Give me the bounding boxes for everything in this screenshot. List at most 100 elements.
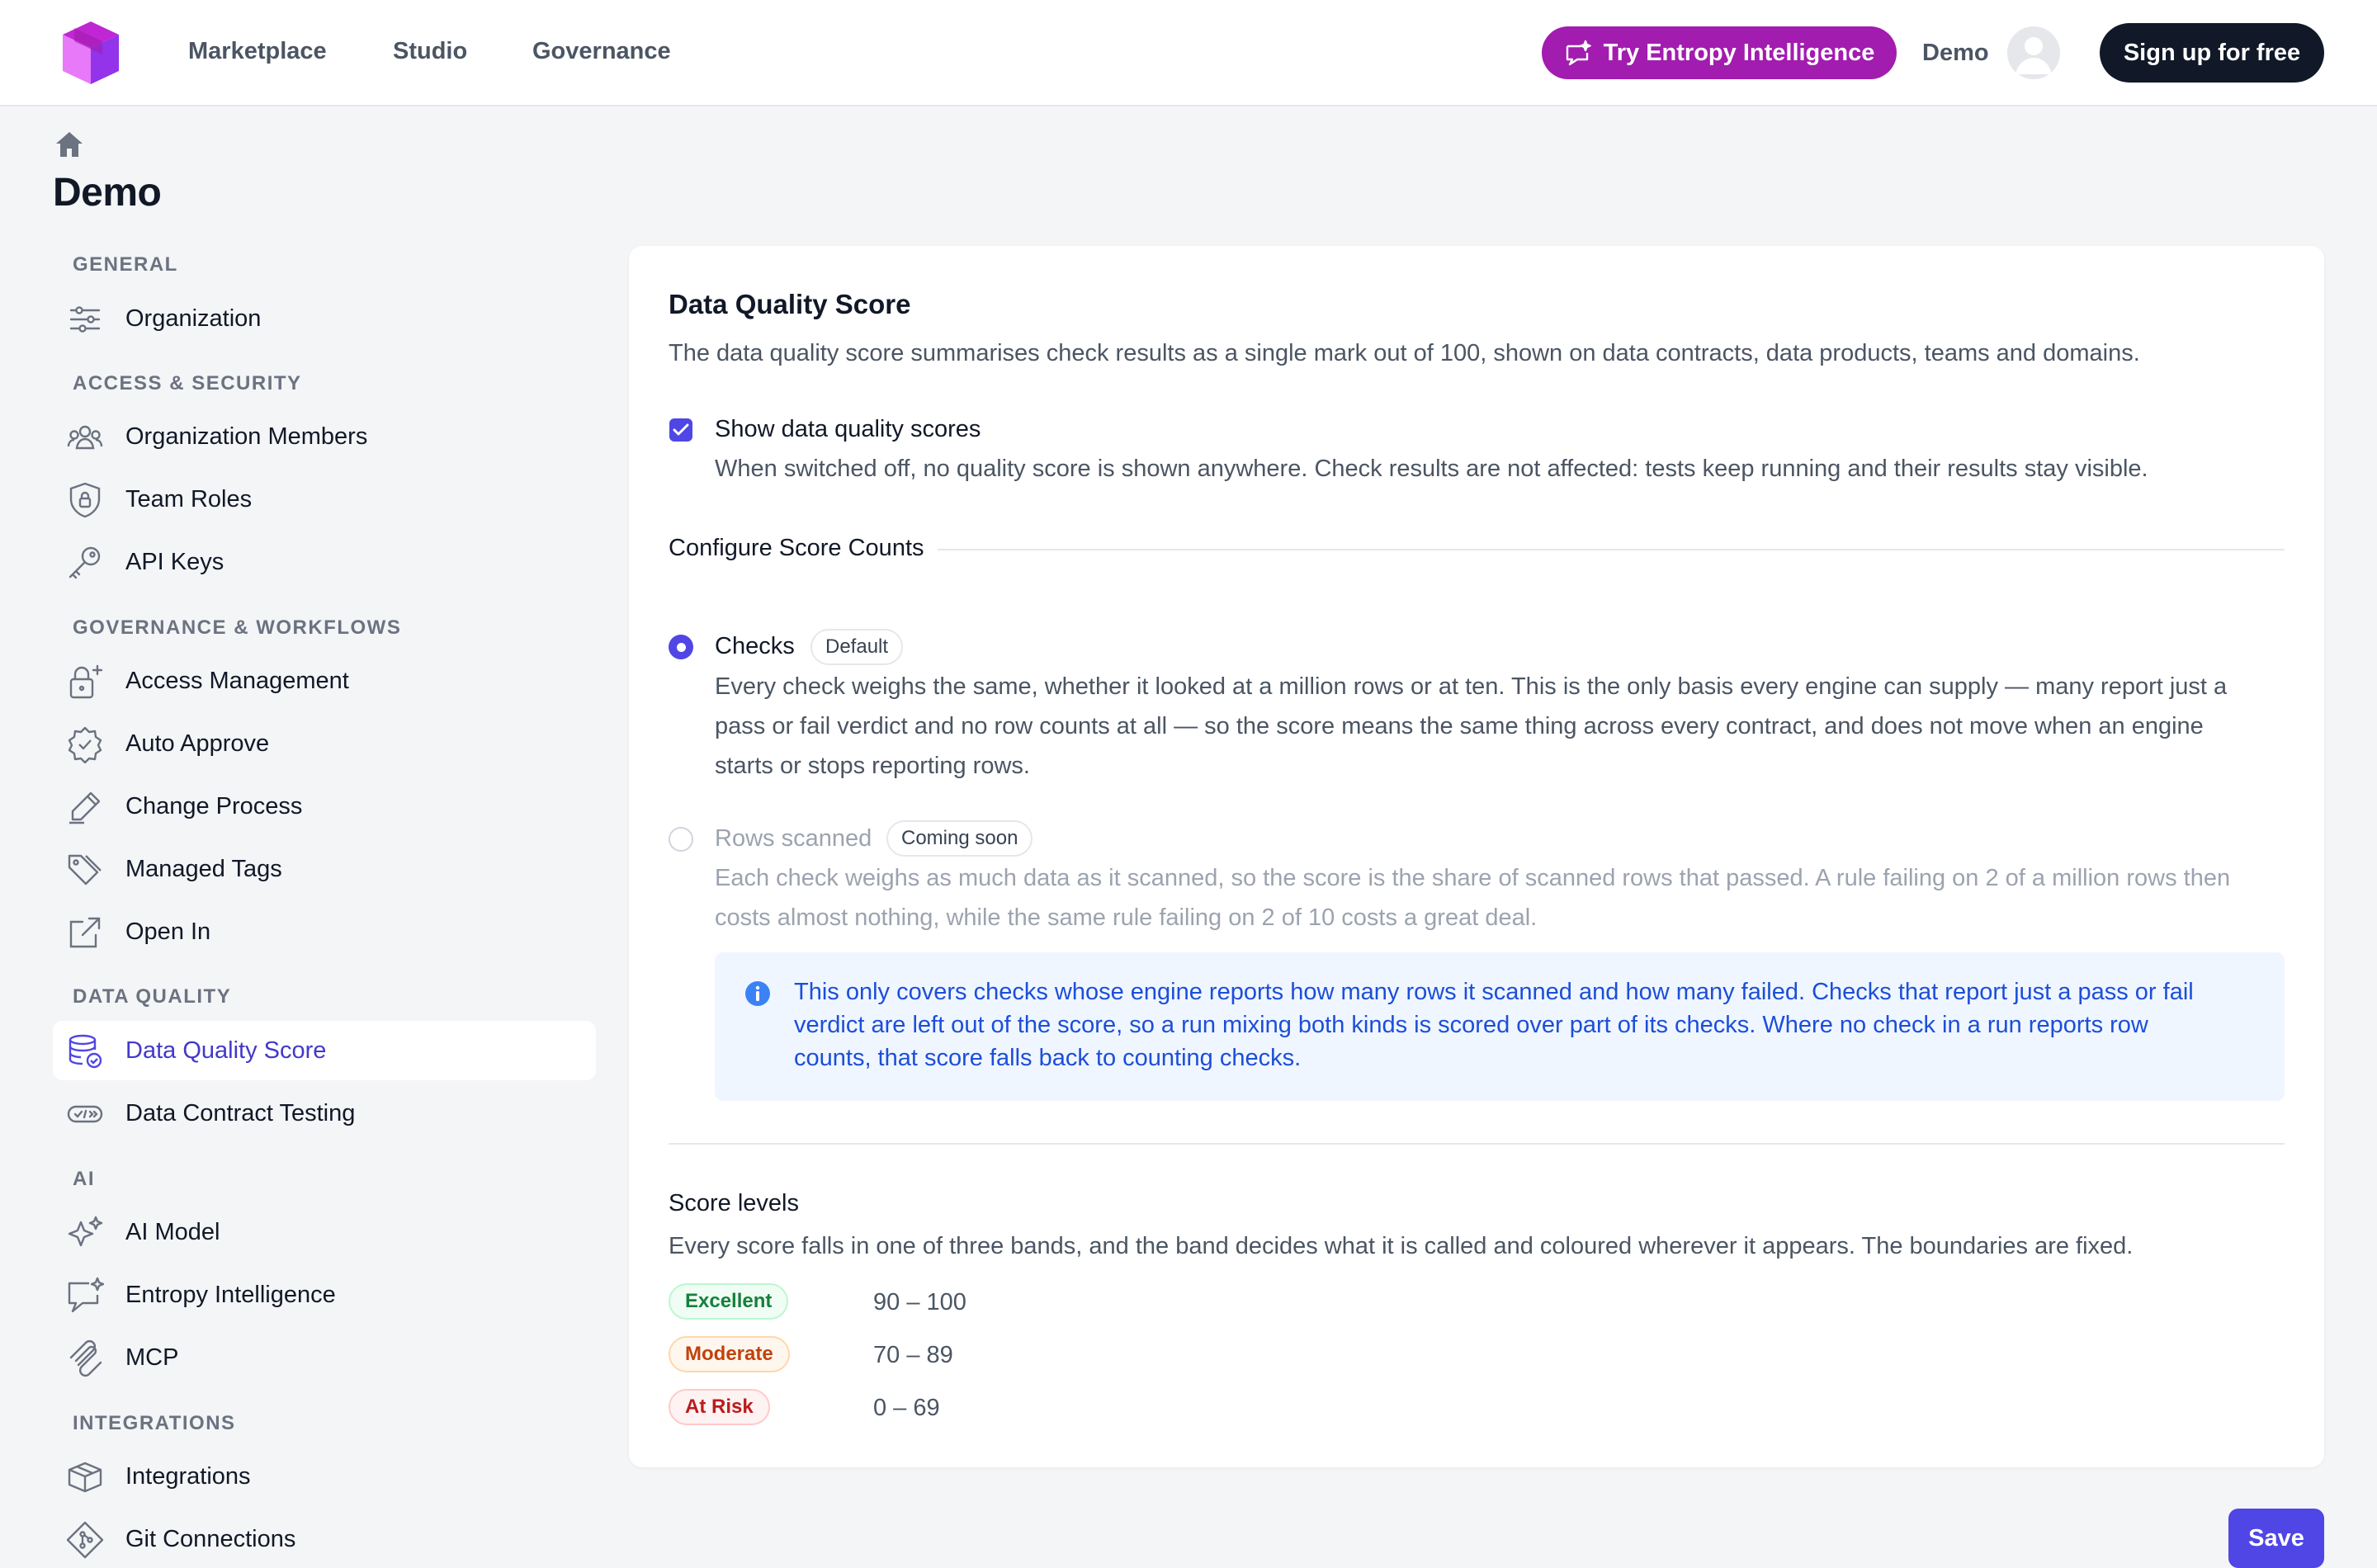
key-icon <box>66 544 104 582</box>
sidebar-item-label: Access Management <box>125 667 349 694</box>
checks-desc-line2: pass or fail verdict and no row counts a… <box>715 713 2204 739</box>
rows-desc-line1: Each check weighs as much data as it sca… <box>715 865 2231 891</box>
info-callout: This only covers checks whose engine rep… <box>715 952 2285 1101</box>
rows-scanned-label: Rows scanned <box>715 825 872 852</box>
card-subtitle: The data quality score summarises check … <box>669 340 2140 366</box>
sparkles-icon <box>66 1214 104 1252</box>
external-link-icon <box>66 914 104 952</box>
section-governance-workflows: GOVERNANCE & WORKFLOWS <box>73 616 402 639</box>
rows-desc-line2: costs almost nothing, while the same rul… <box>715 904 1538 931</box>
info-text-line2: verdict are left out of the score, so a … <box>794 1012 2148 1038</box>
try-entropy-intelligence-button[interactable]: Try Entropy Intelligence <box>1542 26 1897 79</box>
package-icon <box>66 1458 104 1496</box>
app-logo[interactable] <box>58 18 124 87</box>
show-scores-label[interactable]: Show data quality scores <box>715 416 981 443</box>
sidebar-item-access-management[interactable]: Access Management <box>53 651 596 711</box>
home-icon[interactable] <box>54 130 84 158</box>
section-data-quality: DATA QUALITY <box>73 985 232 1008</box>
sidebar-item-label: Entropy Intelligence <box>125 1281 336 1308</box>
sidebar-item-open-in[interactable]: Open In <box>53 902 596 961</box>
info-icon <box>744 980 771 1007</box>
divider <box>938 549 2285 550</box>
sidebar-item-git-connections[interactable]: Git Connections <box>53 1509 596 1568</box>
section-integrations: INTEGRATIONS <box>73 1412 236 1434</box>
database-check-icon <box>66 1032 104 1070</box>
checks-desc-line3: starts or stops reporting rows. <box>715 753 1030 779</box>
sidebar-item-label: Integrations <box>125 1462 251 1490</box>
sidebar-item-organization[interactable]: Organization <box>53 289 596 348</box>
sidebar-item-entropy-intelligence[interactable]: Entropy Intelligence <box>53 1265 596 1325</box>
git-icon <box>66 1521 104 1559</box>
avatar[interactable] <box>2007 26 2060 79</box>
settings-card: Data Quality Score The data quality scor… <box>629 246 2324 1467</box>
sidebar-item-label: Git Connections <box>125 1525 296 1552</box>
top-nav-bar: Marketplace Studio Governance Try Entrop… <box>0 0 2377 106</box>
coming-soon-badge: Coming soon <box>886 820 1033 857</box>
at-risk-badge: At Risk <box>669 1389 770 1425</box>
sidebar-item-team-roles[interactable]: Team Roles <box>53 470 596 529</box>
sidebar-item-organization-members[interactable]: Organization Members <box>53 407 596 466</box>
sidebar-item-integrations[interactable]: Integrations <box>53 1447 596 1506</box>
sidebar-item-label: Team Roles <box>125 485 253 512</box>
sidebar-item-data-contract-testing[interactable]: Data Contract Testing <box>53 1084 596 1143</box>
moderate-badge: Moderate <box>669 1336 790 1372</box>
sidebar-item-label: Change Process <box>125 792 303 819</box>
nav-marketplace[interactable]: Marketplace <box>188 38 327 65</box>
pencil-workflow-icon <box>66 788 104 826</box>
nav-studio[interactable]: Studio <box>393 38 467 65</box>
sidebar-item-label: Data Quality Score <box>125 1037 327 1064</box>
chat-sparkle-icon <box>66 1277 104 1315</box>
rows-scanned-radio <box>669 827 693 852</box>
card-title: Data Quality Score <box>669 289 911 319</box>
sidebar-item-label: API Keys <box>125 548 224 575</box>
mcp-icon <box>66 1339 104 1377</box>
page-title: Demo <box>53 171 162 215</box>
sidebar-item-label: Organization Members <box>125 423 368 450</box>
checks-desc-line1: Every check weighs the same, whether it … <box>715 673 2228 700</box>
divider <box>669 1143 2285 1145</box>
score-counts-heading: Configure Score Counts <box>669 535 924 561</box>
checks-label[interactable]: Checks <box>715 633 795 660</box>
users-icon <box>66 418 104 456</box>
section-access-security: ACCESS & SECURITY <box>73 372 302 394</box>
test-tube-code-icon <box>66 1095 104 1133</box>
lock-plus-icon <box>66 663 104 701</box>
try-entropy-intelligence-label: Try Entropy Intelligence <box>1603 39 1875 66</box>
shield-lock-icon <box>66 481 104 519</box>
chat-sparkle-icon <box>1564 40 1592 66</box>
save-button[interactable]: Save <box>2228 1509 2324 1568</box>
sidebar-item-auto-approve[interactable]: Auto Approve <box>53 714 596 773</box>
checks-radio[interactable] <box>669 635 693 659</box>
sidebar-item-ai-model[interactable]: AI Model <box>53 1202 596 1262</box>
sidebar-item-label: Auto Approve <box>125 730 270 757</box>
score-levels-desc: Every score falls in one of three bands,… <box>669 1233 2134 1259</box>
sidebar-item-label: Organization <box>125 305 262 332</box>
user-name[interactable]: Demo <box>1922 40 1989 67</box>
section-general: GENERAL <box>73 253 178 276</box>
badge-check-icon <box>66 725 104 763</box>
section-ai: AI <box>73 1168 95 1190</box>
score-levels-heading: Score levels <box>669 1190 799 1216</box>
sidebar-item-label: Open In <box>125 918 211 945</box>
tags-icon <box>66 851 104 889</box>
sidebar-item-change-process[interactable]: Change Process <box>53 777 596 836</box>
excellent-range: 90 – 100 <box>873 1289 966 1315</box>
sidebar-item-managed-tags[interactable]: Managed Tags <box>53 839 596 899</box>
default-badge: Default <box>810 629 904 665</box>
info-text-line3: counts, that score falls back to countin… <box>794 1045 1302 1071</box>
sign-up-button[interactable]: Sign up for free <box>2100 23 2324 83</box>
show-scores-help: When switched off, no quality score is s… <box>715 456 2148 482</box>
sidebar-item-label: MCP <box>125 1344 179 1371</box>
at-risk-range: 0 – 69 <box>873 1395 940 1421</box>
sidebar-item-mcp[interactable]: MCP <box>53 1328 596 1387</box>
nav-governance[interactable]: Governance <box>532 38 671 65</box>
sidebar-item-data-quality-score[interactable]: Data Quality Score <box>53 1021 596 1080</box>
info-text-line1: This only covers checks whose engine rep… <box>794 979 2194 1005</box>
show-scores-checkbox[interactable] <box>669 418 692 442</box>
sidebar-item-api-keys[interactable]: API Keys <box>53 532 596 592</box>
sliders-icon <box>66 300 104 338</box>
sidebar-item-label: AI Model <box>125 1218 220 1245</box>
moderate-range: 70 – 89 <box>873 1342 953 1368</box>
excellent-badge: Excellent <box>669 1283 789 1320</box>
sidebar-item-label: Managed Tags <box>125 855 282 882</box>
